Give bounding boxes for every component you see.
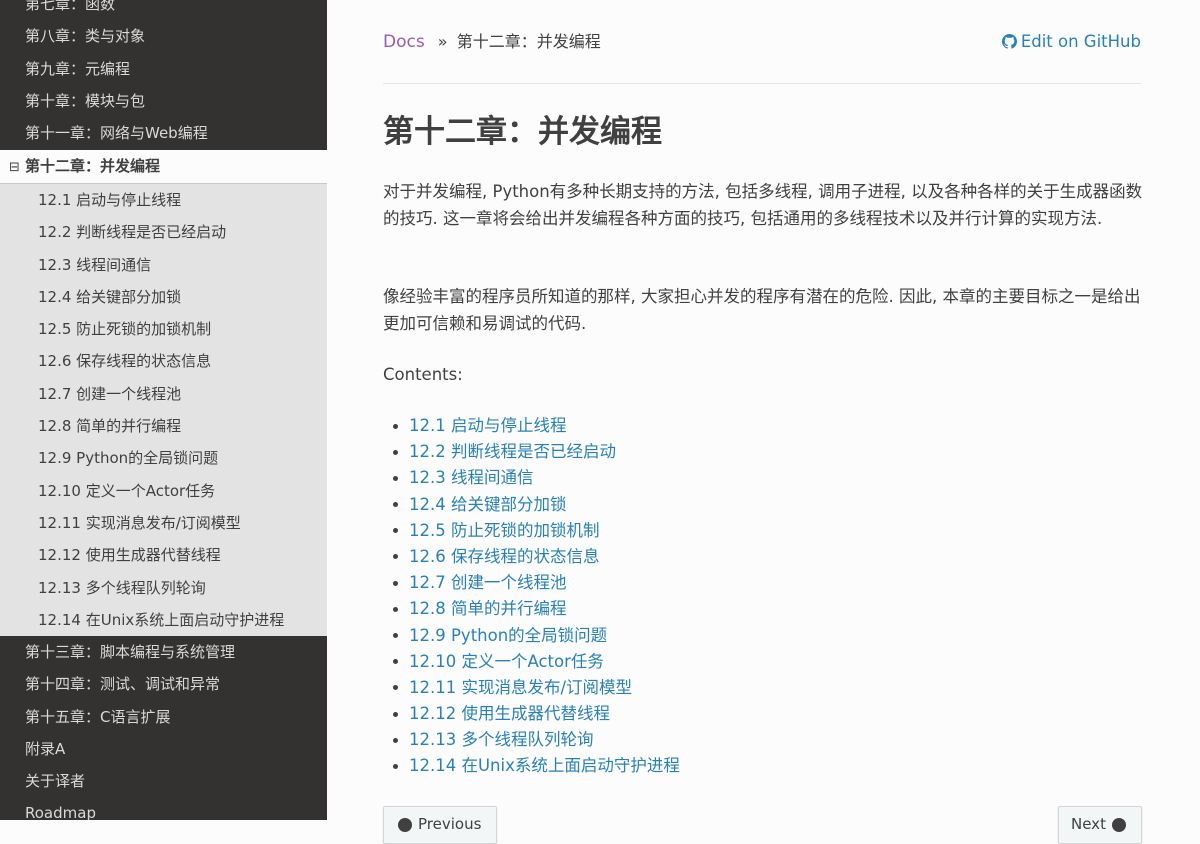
toc-item: 12.9 Python的全局锁问题 bbox=[383, 623, 680, 649]
sidebar-subitem[interactable]: 12.13 多个线程队列轮询 bbox=[0, 572, 327, 604]
intro-paragraph: 对于并发编程, Python有多种长期支持的方法, 包括多线程, 调用子进程, … bbox=[383, 182, 1143, 228]
bullet-icon bbox=[393, 659, 398, 665]
breadcrumb: Docs » 第十二章：并发编程 Edit on GitHub bbox=[383, 27, 1141, 57]
sidebar-subitem[interactable]: 12.9 Python的全局锁问题 bbox=[0, 442, 327, 474]
breadcrumb-current: 第十二章：并发编程 bbox=[456, 32, 601, 51]
bullet-icon bbox=[393, 475, 398, 481]
bullet-icon bbox=[393, 737, 398, 743]
toc-item: 12.14 在Unix系统上面启动守护进程 bbox=[383, 753, 680, 779]
bullet-icon bbox=[393, 502, 398, 508]
goal-paragraph: 像经验丰富的程序员所知道的那样, 大家担心并发的程序有潜在的危险. 因此, 本章… bbox=[383, 287, 1141, 333]
toc-link[interactable]: 12.6 保存线程的状态信息 bbox=[409, 547, 599, 566]
sidebar-item-appendix-a[interactable]: 附录A bbox=[0, 733, 327, 765]
sidebar-item-chapter-8[interactable]: 第八章：类与对象 bbox=[0, 20, 327, 52]
bullet-icon bbox=[393, 763, 398, 769]
bullet-icon bbox=[393, 711, 398, 717]
toc-link[interactable]: 12.5 防止死锁的加锁机制 bbox=[409, 521, 599, 540]
sidebar-item-chapter-7[interactable]: 第七章：函数 bbox=[0, 0, 327, 20]
next-label: Next bbox=[1071, 815, 1106, 833]
toc-link[interactable]: 12.2 判断线程是否已经启动 bbox=[409, 442, 616, 461]
toc-link[interactable]: 12.13 多个线程队列轮询 bbox=[409, 730, 593, 749]
toc-item: 12.8 简单的并行编程 bbox=[383, 596, 680, 622]
github-icon bbox=[1001, 34, 1017, 49]
toc-link[interactable]: 12.7 创建一个线程池 bbox=[409, 573, 566, 592]
sidebar-item-chapter-9[interactable]: 第九章：元编程 bbox=[0, 53, 327, 85]
breadcrumb-separator: » bbox=[437, 32, 448, 51]
toc-link[interactable]: 12.1 启动与停止线程 bbox=[409, 416, 566, 435]
header-divider bbox=[383, 83, 1141, 84]
sidebar-item-label: 第十二章：并发编程 bbox=[25, 157, 161, 175]
sidebar-subitem[interactable]: 12.8 简单的并行编程 bbox=[0, 410, 327, 442]
toc-link[interactable]: 12.10 定义一个Actor任务 bbox=[409, 652, 604, 671]
sidebar-subitem[interactable]: 12.12 使用生成器代替线程 bbox=[0, 539, 327, 571]
sidebar-item-chapter-14[interactable]: 第十四章：测试、调试和异常 bbox=[0, 668, 327, 700]
sidebar-subitem[interactable]: 12.5 防止死锁的加锁机制 bbox=[0, 313, 327, 345]
toc-item: 12.11 实现消息发布/订阅模型 bbox=[383, 675, 680, 701]
toc-item: 12.12 使用生成器代替线程 bbox=[383, 701, 680, 727]
toc-item: 12.10 定义一个Actor任务 bbox=[383, 649, 680, 675]
bullet-icon bbox=[393, 554, 398, 560]
sidebar-item-chapter-12[interactable]: ⊟ 第十二章：并发编程 bbox=[0, 150, 327, 184]
collapse-toggle-icon[interactable]: ⊟ bbox=[9, 151, 25, 184]
previous-label: Previous bbox=[418, 815, 482, 833]
toc-item: 12.1 启动与停止线程 bbox=[383, 413, 680, 439]
toc-link[interactable]: 12.11 实现消息发布/订阅模型 bbox=[409, 678, 632, 697]
bullet-icon bbox=[393, 606, 398, 612]
sidebar-item-chapter-13[interactable]: 第十三章：脚本编程与系统管理 bbox=[0, 636, 327, 668]
toc-item: 12.2 判断线程是否已经启动 bbox=[383, 439, 680, 465]
sidebar-item-roadmap[interactable]: Roadmap bbox=[0, 797, 327, 820]
toc-link[interactable]: 12.14 在Unix系统上面启动守护进程 bbox=[409, 756, 680, 775]
next-button[interactable]: Next bbox=[1058, 806, 1142, 844]
toc-link[interactable]: 12.8 简单的并行编程 bbox=[409, 599, 566, 618]
sidebar-item-about-translator[interactable]: 关于译者 bbox=[0, 765, 327, 797]
breadcrumb-docs-link[interactable]: Docs bbox=[383, 32, 425, 52]
sidebar-item-chapter-15[interactable]: 第十五章：C语言扩展 bbox=[0, 701, 327, 733]
toc-link[interactable]: 12.9 Python的全局锁问题 bbox=[409, 626, 607, 645]
table-of-contents: 12.1 启动与停止线程 12.2 判断线程是否已经启动 12.3 线程间通信 … bbox=[383, 413, 680, 780]
toc-item: 12.13 多个线程队列轮询 bbox=[383, 727, 680, 753]
sidebar-bottom-list: 第十三章：脚本编程与系统管理 第十四章：测试、调试和异常 第十五章：C语言扩展 … bbox=[0, 636, 327, 820]
bullet-icon bbox=[393, 580, 398, 586]
sidebar-sub-list: 12.1 启动与停止线程 12.2 判断线程是否已经启动 12.3 线程间通信 … bbox=[0, 184, 327, 636]
bullet-icon bbox=[393, 633, 398, 638]
bullet-icon bbox=[393, 449, 398, 455]
toc-item: 12.4 给关键部分加锁 bbox=[383, 492, 680, 518]
page-title: 第十二章：并发编程 bbox=[383, 114, 662, 150]
sidebar-subitem[interactable]: 12.2 判断线程是否已经启动 bbox=[0, 216, 327, 248]
sidebar-subitem[interactable]: 12.10 定义一个Actor任务 bbox=[0, 475, 327, 507]
sidebar-subitem[interactable]: 12.1 启动与停止线程 bbox=[0, 184, 327, 216]
toc-item: 12.7 创建一个线程池 bbox=[383, 570, 680, 596]
toc-link[interactable]: 12.12 使用生成器代替线程 bbox=[409, 704, 610, 723]
bullet-icon bbox=[393, 528, 398, 534]
sidebar-item-chapter-10[interactable]: 第十章：模块与包 bbox=[0, 85, 327, 117]
sidebar-subitem[interactable]: 12.14 在Unix系统上面启动守护进程 bbox=[0, 604, 327, 636]
sidebar-item-chapter-11[interactable]: 第十一章：网络与Web编程 bbox=[0, 117, 327, 149]
contents-label: Contents: bbox=[383, 365, 463, 384]
sidebar-top-list: 第七章：函数 第八章：类与对象 第九章：元编程 第十章：模块与包 第十一章：网络… bbox=[0, 0, 327, 149]
bullet-icon bbox=[393, 685, 398, 691]
sidebar-subitem[interactable]: 12.6 保存线程的状态信息 bbox=[0, 345, 327, 377]
toc-link[interactable]: 12.4 给关键部分加锁 bbox=[409, 495, 566, 514]
sidebar-current-section: ⊟ 第十二章：并发编程 12.1 启动与停止线程 12.2 判断线程是否已经启动 … bbox=[0, 150, 327, 636]
sidebar-subitem[interactable]: 12.4 给关键部分加锁 bbox=[0, 281, 327, 313]
sidebar-subitem[interactable]: 12.11 实现消息发布/订阅模型 bbox=[0, 507, 327, 539]
sidebar-subitem[interactable]: 12.3 线程间通信 bbox=[0, 249, 327, 281]
edit-on-github-label: Edit on GitHub bbox=[1020, 32, 1141, 51]
toc-item: 12.6 保存线程的状态信息 bbox=[383, 544, 680, 570]
toc-item: 12.3 线程间通信 bbox=[383, 465, 680, 491]
sidebar-subitem[interactable]: 12.7 创建一个线程池 bbox=[0, 378, 327, 410]
toc-item: 12.5 防止死锁的加锁机制 bbox=[383, 518, 680, 544]
toc-link[interactable]: 12.3 线程间通信 bbox=[409, 468, 533, 487]
edit-on-github-link[interactable]: Edit on GitHub bbox=[1001, 27, 1141, 57]
previous-button[interactable]: Previous bbox=[383, 806, 497, 844]
bullet-icon bbox=[393, 423, 398, 429]
main-content: Docs » 第十二章：并发编程 Edit on GitHub 第十二章：并发编… bbox=[327, 0, 1200, 844]
sidebar-nav: 第七章：函数 第八章：类与对象 第九章：元编程 第十章：模块与包 第十一章：网络… bbox=[0, 0, 327, 820]
